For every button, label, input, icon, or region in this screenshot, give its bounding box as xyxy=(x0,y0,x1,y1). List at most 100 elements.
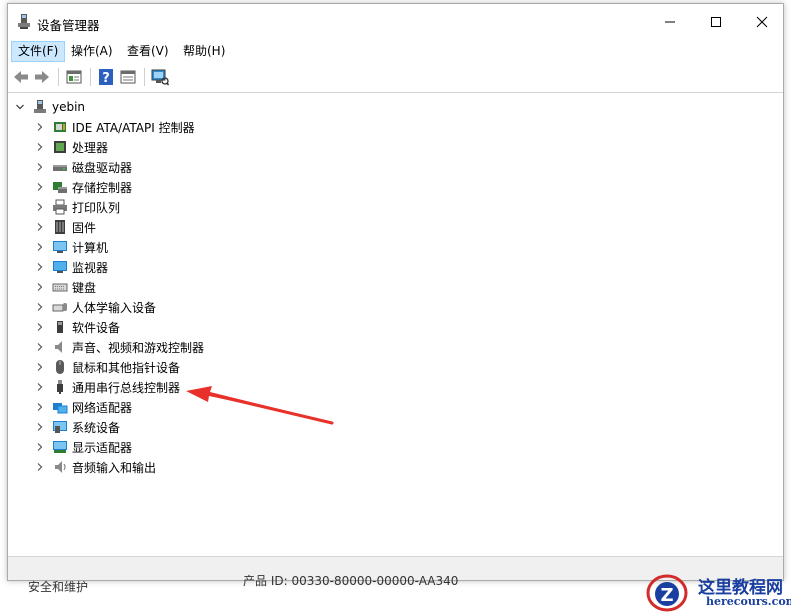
tree-item-label: 网络适配器 xyxy=(72,400,133,415)
tree-item[interactable]: IDE ATA/ATAPI 控制器 xyxy=(34,117,195,137)
tree-item-label: 固件 xyxy=(72,220,97,235)
chevron-right-icon[interactable] xyxy=(34,221,46,233)
watermark-en: herecours.com xyxy=(706,595,791,608)
scan-hardware-button[interactable] xyxy=(150,67,170,87)
svg-text:?: ? xyxy=(102,71,110,86)
chevron-right-icon[interactable] xyxy=(34,141,46,153)
sound-icon xyxy=(52,339,68,355)
tree-item-label: 通用串行总线控制器 xyxy=(72,380,181,395)
chevron-right-icon[interactable] xyxy=(34,321,46,333)
tree-item[interactable]: 存储控制器 xyxy=(34,177,132,197)
tree-item-label: 声音、视频和游戏控制器 xyxy=(72,340,205,355)
svg-text:Z: Z xyxy=(660,585,673,606)
tree-item-label: 系统设备 xyxy=(72,420,121,435)
chevron-right-icon[interactable] xyxy=(34,461,46,473)
device-view-icon xyxy=(120,70,136,84)
forward-button[interactable] xyxy=(32,67,52,87)
tree-item[interactable]: 处理器 xyxy=(34,137,108,157)
device-manager-icon xyxy=(17,14,31,30)
menu-bar: 文件(F) 操作(A) 查看(V) 帮助(H) xyxy=(8,40,783,62)
toolbar: ? xyxy=(8,63,783,91)
tree-item-label: 软件设备 xyxy=(72,320,121,335)
tree-root-label: yebin xyxy=(52,100,86,114)
chevron-right-icon[interactable] xyxy=(34,161,46,173)
properties-button[interactable] xyxy=(64,67,84,87)
security-maintenance-link[interactable]: 安全和维护 xyxy=(28,578,88,595)
tree-item-label: 显示适配器 xyxy=(72,440,133,455)
maximize-button[interactable] xyxy=(693,4,739,40)
system-device-icon xyxy=(52,419,68,435)
tree-item-label: 计算机 xyxy=(72,240,109,255)
chevron-right-icon[interactable] xyxy=(34,201,46,213)
chevron-right-icon[interactable] xyxy=(34,401,46,413)
chevron-right-icon[interactable] xyxy=(34,281,46,293)
tree-item[interactable]: 软件设备 xyxy=(34,317,120,337)
processor-icon xyxy=(52,139,68,155)
properties-icon xyxy=(66,70,82,84)
tree-root[interactable]: yebin xyxy=(14,97,85,117)
tree-item-label: 打印队列 xyxy=(72,200,121,215)
forward-icon xyxy=(35,71,49,83)
toolbar-separator xyxy=(144,68,145,86)
chevron-right-icon[interactable] xyxy=(34,181,46,193)
tree-item[interactable]: 键盘 xyxy=(34,277,96,297)
software-device-icon xyxy=(52,319,68,335)
printer-icon xyxy=(52,199,68,215)
device-tree[interactable]: yebin IDE ATA/ATAPI 控制器 处理器 磁盘驱动器 存储控制器 … xyxy=(8,92,783,558)
watermark-logo-icon: Z xyxy=(646,574,688,612)
window-title: 设备管理器 xyxy=(37,18,100,33)
chevron-right-icon[interactable] xyxy=(34,361,46,373)
chevron-right-icon[interactable] xyxy=(34,381,46,393)
product-id-text: 产品 ID: 00330-80000-00000-AA340 xyxy=(243,574,459,588)
storage-controller-icon xyxy=(52,179,68,195)
tree-item[interactable]: 人体学输入设备 xyxy=(34,297,156,317)
close-button[interactable] xyxy=(739,4,783,40)
keyboard-icon xyxy=(52,279,68,295)
tree-item[interactable]: 计算机 xyxy=(34,237,108,257)
tree-item[interactable]: 监视器 xyxy=(34,257,108,277)
mouse-icon xyxy=(52,359,68,375)
menu-help[interactable]: 帮助(H) xyxy=(177,41,231,62)
chevron-right-icon[interactable] xyxy=(34,241,46,253)
menu-action[interactable]: 操作(A) xyxy=(65,41,119,62)
computer-root-icon xyxy=(32,99,48,115)
tree-item-label: 键盘 xyxy=(72,280,97,295)
back-button[interactable] xyxy=(11,67,31,87)
tree-item-label: 监视器 xyxy=(72,260,109,275)
chevron-right-icon[interactable] xyxy=(34,121,46,133)
minimize-button[interactable] xyxy=(647,4,693,40)
tree-item-label: 磁盘驱动器 xyxy=(72,160,133,175)
close-icon xyxy=(756,16,768,28)
usb-icon xyxy=(52,379,68,395)
tree-item-label: 处理器 xyxy=(72,140,109,155)
tree-item[interactable]: 系统设备 xyxy=(34,417,120,437)
menu-file[interactable]: 文件(F) xyxy=(11,41,66,62)
toolbar-separator xyxy=(58,68,59,86)
menu-view[interactable]: 查看(V) xyxy=(121,41,175,62)
tree-item[interactable]: 鼠标和其他指针设备 xyxy=(34,357,180,377)
tree-item-usb[interactable]: 通用串行总线控制器 xyxy=(34,377,180,397)
title-bar[interactable]: 设备管理器 xyxy=(8,4,783,40)
tree-item[interactable]: 打印队列 xyxy=(34,197,120,217)
chevron-right-icon[interactable] xyxy=(34,421,46,433)
toolbar-separator xyxy=(90,68,91,86)
help-button[interactable]: ? xyxy=(96,67,116,87)
chevron-right-icon[interactable] xyxy=(34,301,46,313)
tree-item-label: IDE ATA/ATAPI 控制器 xyxy=(72,120,195,135)
help-icon: ? xyxy=(99,69,113,86)
tree-item[interactable]: 显示适配器 xyxy=(34,437,132,457)
scan-hardware-icon xyxy=(151,69,169,86)
tree-item[interactable]: 磁盘驱动器 xyxy=(34,157,132,177)
chevron-right-icon[interactable] xyxy=(34,441,46,453)
device-view-button[interactable] xyxy=(118,67,138,87)
tree-item-label: 鼠标和其他指针设备 xyxy=(72,360,181,375)
tree-item[interactable]: 固件 xyxy=(34,217,96,237)
tree-item-label: 音频输入和输出 xyxy=(72,460,157,475)
tree-item[interactable]: 声音、视频和游戏控制器 xyxy=(34,337,204,357)
tree-item[interactable]: 网络适配器 xyxy=(34,397,132,417)
tree-item-label: 存储控制器 xyxy=(72,180,133,195)
chevron-right-icon[interactable] xyxy=(34,261,46,273)
chevron-right-icon[interactable] xyxy=(34,341,46,353)
tree-item[interactable]: 音频输入和输出 xyxy=(34,457,156,477)
chevron-down-icon[interactable] xyxy=(14,101,26,113)
